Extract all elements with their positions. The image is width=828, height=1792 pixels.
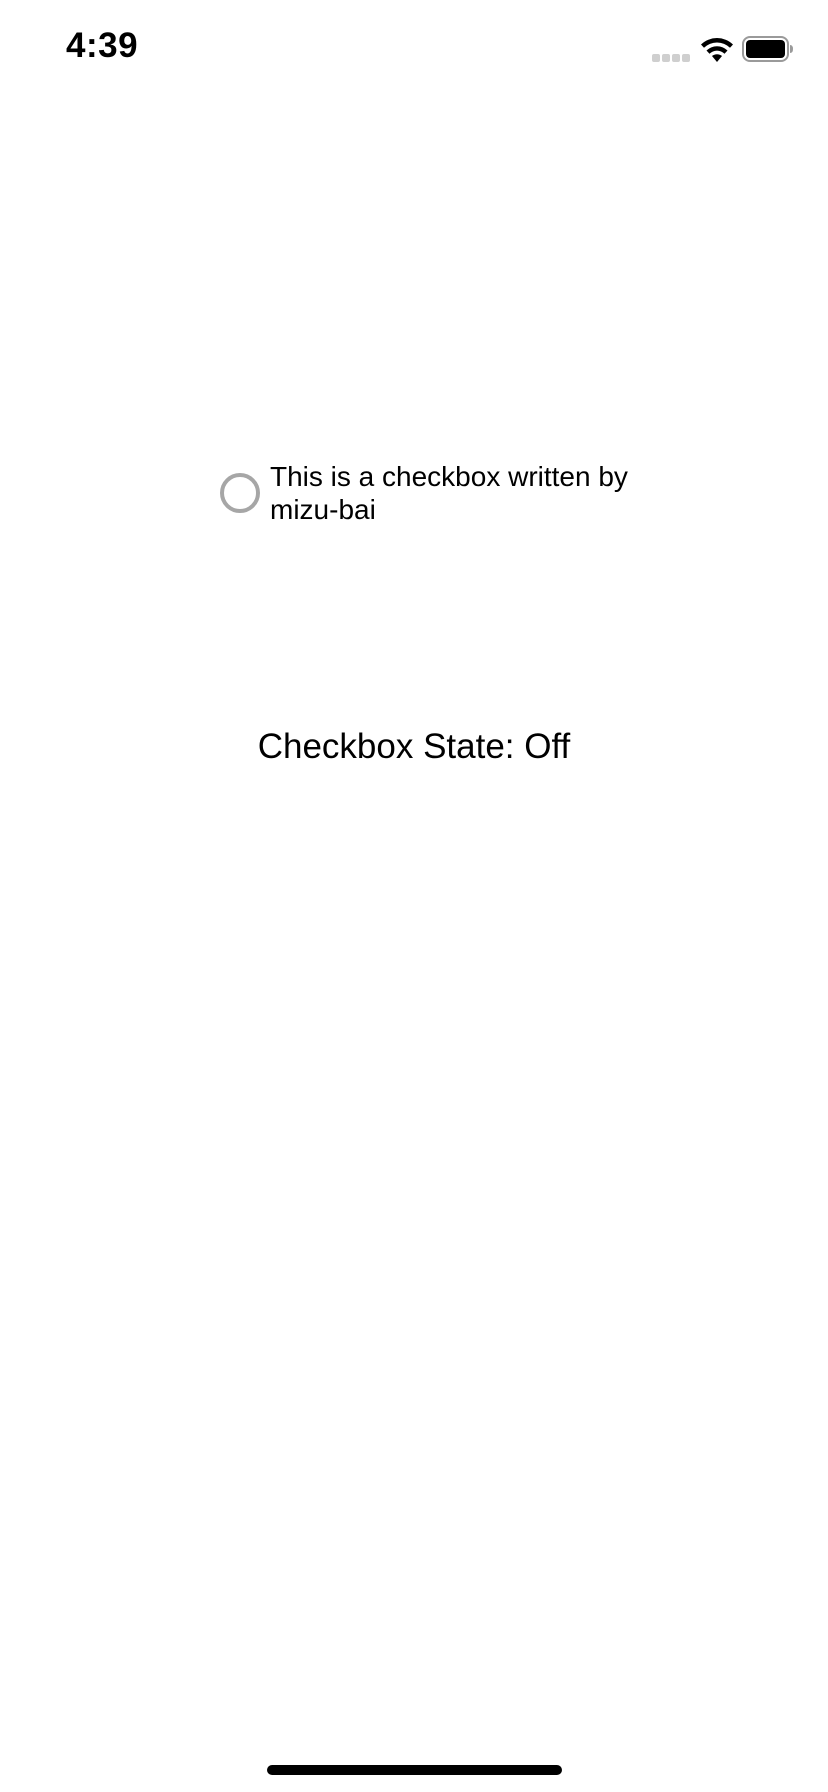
battery-icon [742, 36, 793, 62]
unchecked-circle-icon[interactable] [220, 473, 260, 513]
checkbox-label[interactable]: This is a checkbox written by mizu-bai [270, 460, 630, 526]
status-time: 4:39 [66, 26, 139, 65]
cellular-signal-icon [652, 54, 690, 62]
status-bar: 4:39 [0, 0, 828, 100]
wifi-icon [701, 38, 733, 62]
checkbox-state-text: Checkbox State: Off [257, 727, 571, 766]
checkbox[interactable]: This is a checkbox written by mizu-bai [220, 458, 640, 528]
home-indicator[interactable] [267, 1765, 562, 1775]
